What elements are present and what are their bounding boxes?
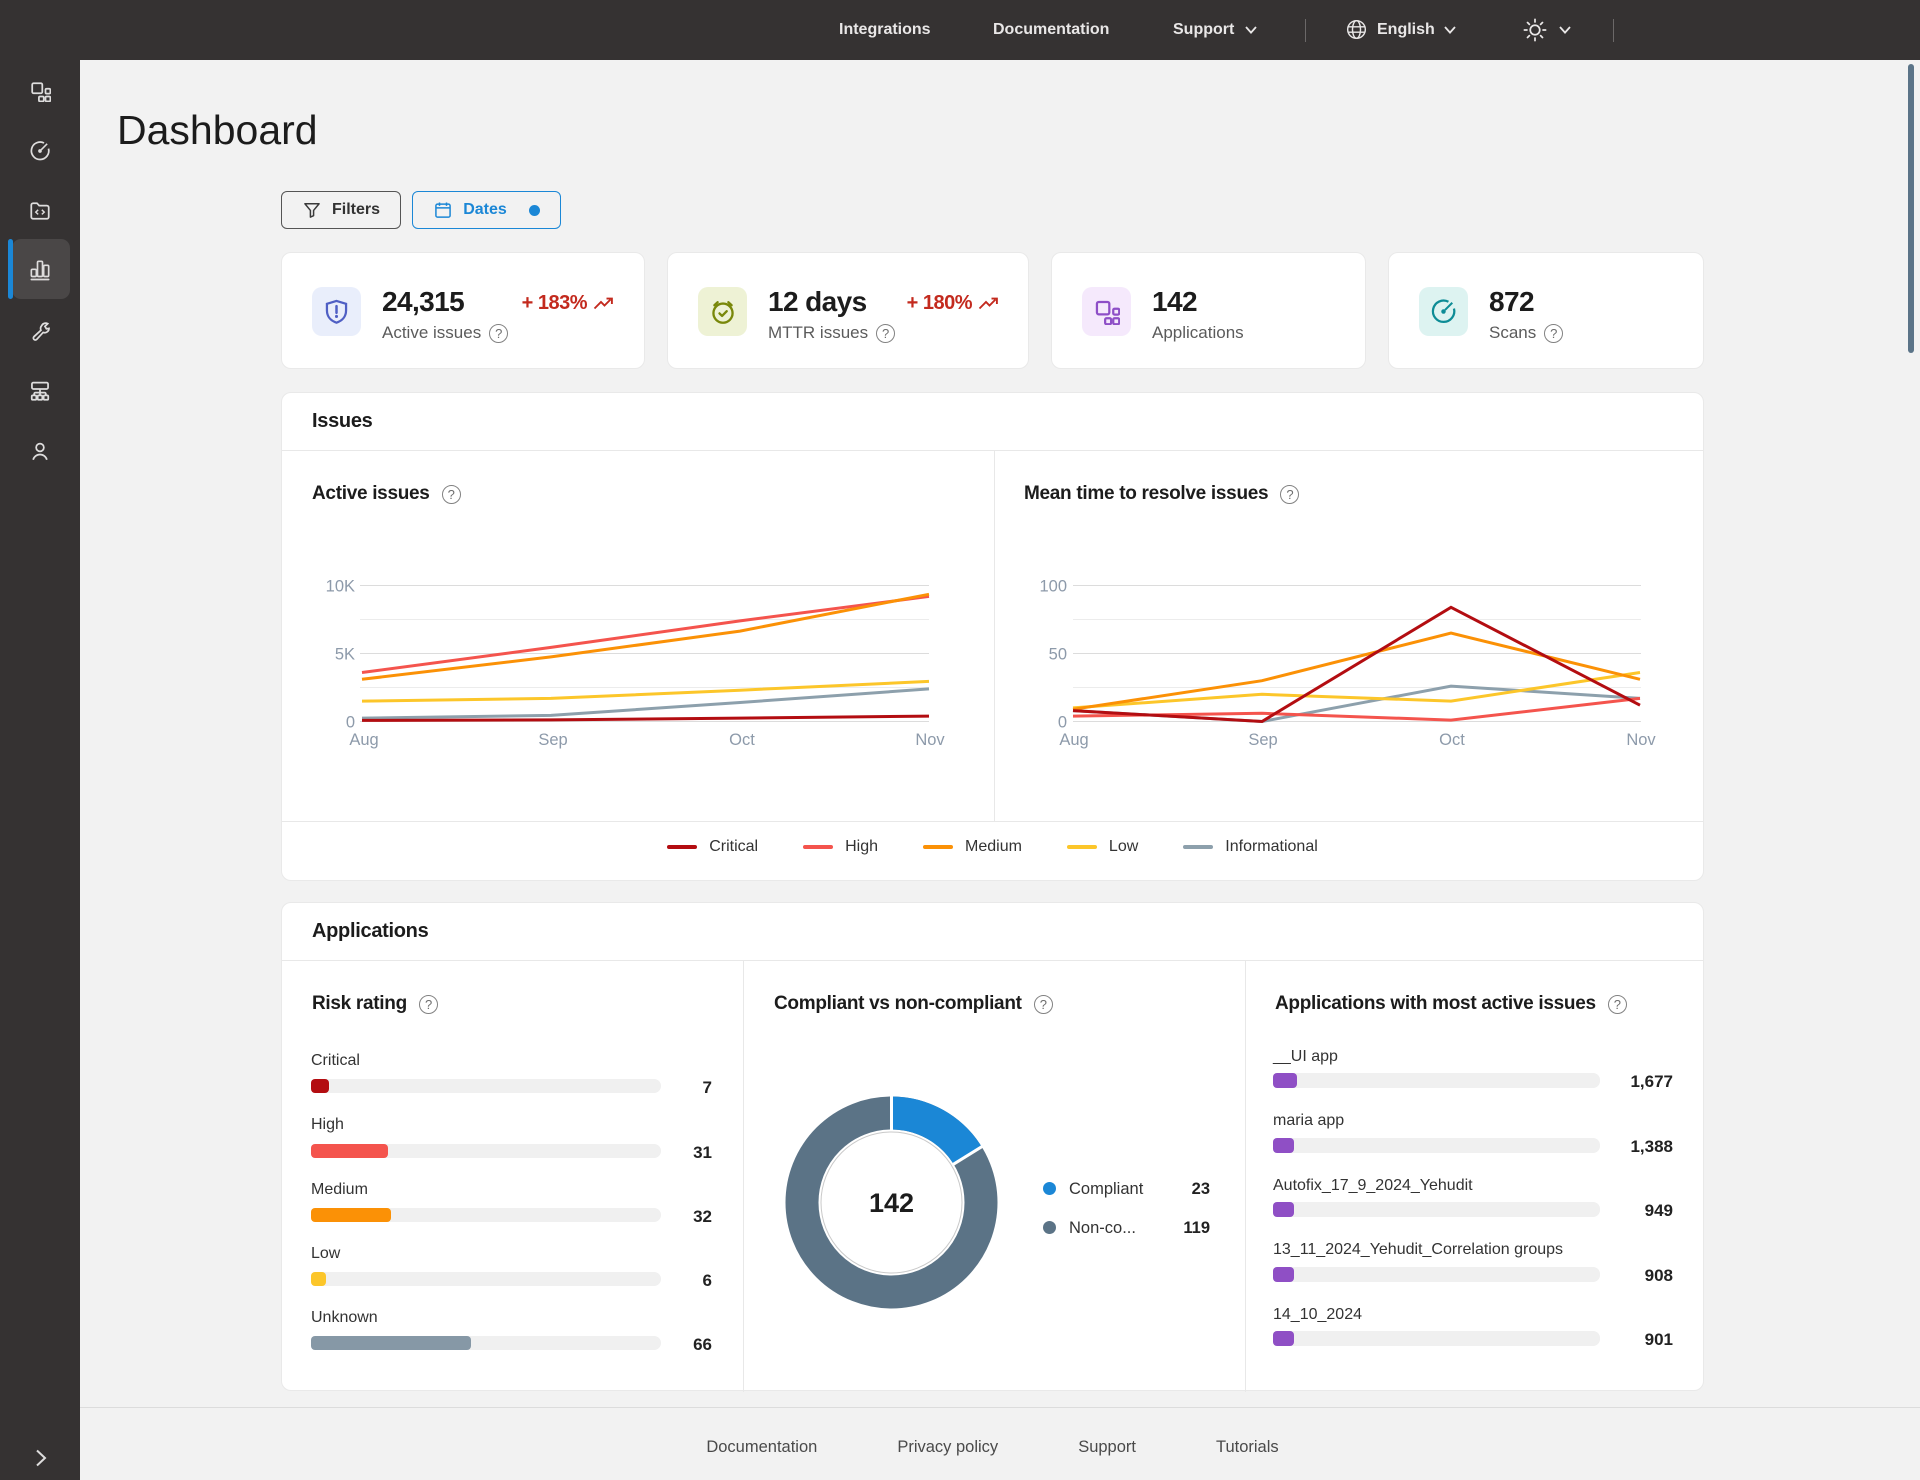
svg-text:5K: 5K [335,646,355,664]
svg-text:Aug: Aug [1059,731,1088,749]
svg-text:10K: 10K [326,578,355,596]
svg-text:0: 0 [1058,714,1067,732]
svg-text:Sep: Sep [1248,731,1277,749]
svg-text:Nov: Nov [1626,731,1656,749]
svg-text:100: 100 [1039,578,1067,596]
svg-text:Nov: Nov [915,731,945,749]
svg-text:Oct: Oct [1439,731,1465,749]
svg-text:Sep: Sep [538,731,567,749]
svg-text:Oct: Oct [729,731,755,749]
svg-text:Aug: Aug [349,731,378,749]
svg-text:50: 50 [1049,646,1067,664]
svg-text:0: 0 [346,714,355,732]
svg-text:142: 142 [869,1188,914,1218]
